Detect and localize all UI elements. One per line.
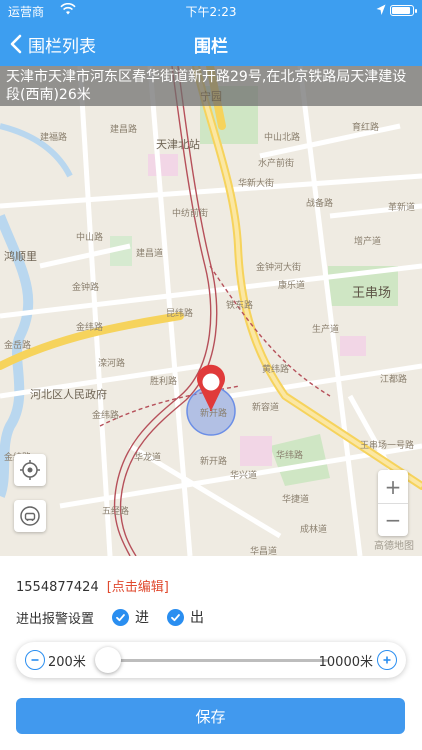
crosshair-icon <box>20 460 40 480</box>
radius-slider-card: 200米 10000米 <box>16 642 406 678</box>
nav-bar: 围栏列表 围栏 <box>0 22 422 66</box>
alarm-settings-row: 进出报警设置 进 出 <box>16 606 204 628</box>
map-label: 中山路 <box>76 233 104 243</box>
radius-min-label: 200米 <box>48 655 86 670</box>
map-label: 华新大街 <box>238 179 275 189</box>
checkbox-enter-label: 进 <box>135 610 150 626</box>
map-label: 康乐道 <box>278 281 306 291</box>
zoom-controls: + − <box>378 470 408 536</box>
zoom-in-button[interactable]: + <box>378 470 408 503</box>
car-icon <box>20 506 40 526</box>
edit-link[interactable]: [点击编辑] <box>107 580 169 595</box>
back-label: 围栏列表 <box>28 36 96 57</box>
map-label: 建昌路 <box>110 125 138 135</box>
map-label: 华兴道 <box>230 471 258 481</box>
map-label: 铁东路 <box>226 301 254 311</box>
map-label: 华龙道 <box>134 453 162 463</box>
map-label: 宁园 <box>200 90 222 103</box>
map-label: 鸿顺里 <box>4 250 37 263</box>
status-bar: 运营商 下午2:23 <box>0 0 422 22</box>
radius-slider-thumb[interactable] <box>95 647 121 673</box>
map-label: 中山北路 <box>264 133 301 143</box>
map-label: 金纬路 <box>92 411 120 421</box>
map-label: 新开路 <box>200 409 228 419</box>
map-label: 华捷道 <box>282 495 310 505</box>
map-label: 金岳路 <box>4 341 32 351</box>
map-label: 战备路 <box>306 199 334 209</box>
device-id: 1554877424 <box>16 580 99 595</box>
map-label: 建福路 <box>40 133 68 143</box>
map-label: 革新道 <box>388 203 416 213</box>
checkbox-enter[interactable]: 进 <box>112 607 149 627</box>
fence-settings-panel: 1554877424 [点击编辑] 进出报警设置 进 出 200米 10000米… <box>0 556 422 750</box>
radius-max-label: 10000米 <box>318 655 373 670</box>
checkbox-exit-label: 出 <box>190 610 205 626</box>
minus-icon <box>31 659 39 661</box>
map-label: 育红路 <box>352 123 380 133</box>
status-time: 下午2:23 <box>185 5 237 19</box>
check-icon <box>112 608 130 626</box>
map-label: 胜利路 <box>150 377 178 387</box>
alarm-label: 进出报警设置 <box>16 611 95 627</box>
save-button[interactable]: 保存 <box>16 698 405 734</box>
location-arrow-icon <box>376 4 386 15</box>
locate-button[interactable] <box>14 454 46 486</box>
map-label: 天津北站 <box>156 138 200 151</box>
map-label: 建昌道 <box>136 249 164 259</box>
map-label: 昆纬路 <box>166 309 194 319</box>
back-button[interactable]: 围栏列表 <box>8 30 96 58</box>
radius-decrease-button[interactable] <box>25 650 45 670</box>
map-label: 王串场 <box>352 286 392 301</box>
map-label: 新开路 <box>200 457 228 467</box>
map-label: 金钟河大街 <box>256 263 302 273</box>
map-label: 王串场一号路 <box>360 441 415 451</box>
radius-increase-button[interactable] <box>377 650 397 670</box>
battery-icon <box>390 5 417 16</box>
map-label: 新容道 <box>252 403 280 413</box>
fence-screen: 运营商 下午2:23 围栏列表 围栏 天津市天津市河东区春华街道新开路29号,在… <box>0 0 422 750</box>
map-label: 五经路 <box>102 507 130 517</box>
map-label: 金纬路 <box>76 323 104 333</box>
header: 运营商 下午2:23 围栏列表 围栏 <box>0 0 422 66</box>
plus-icon <box>383 656 391 664</box>
map-label: 黄纬路 <box>262 365 290 375</box>
device-row: 1554877424 [点击编辑] <box>16 576 169 595</box>
checkbox-exit[interactable]: 出 <box>167 607 204 627</box>
device-location-button[interactable] <box>14 500 46 532</box>
map-label: 生产道 <box>312 325 340 335</box>
map-label: 华纬路 <box>276 451 304 461</box>
map-label: 水产前街 <box>258 159 295 169</box>
map-label: 增产道 <box>354 237 382 247</box>
map-label: 华昌道 <box>250 547 278 556</box>
chevron-left-icon <box>10 34 22 54</box>
check-icon <box>167 608 185 626</box>
map-label: 滦河路 <box>98 359 126 369</box>
map-label: 中纺前街 <box>172 209 209 219</box>
map-label: 河北区人民政府 <box>30 388 107 401</box>
map-view[interactable]: 天津市天津市河东区春华街道新开路29号,在北京铁路局天津建设段(西南)26米 宁… <box>0 66 422 556</box>
map-label: 江都路 <box>380 375 408 385</box>
map-label: 成林道 <box>300 525 328 535</box>
radius-slider-track[interactable] <box>102 659 328 662</box>
map-watermark: 高德地图 <box>374 541 414 552</box>
map-label: 金钟路 <box>72 283 100 293</box>
zoom-out-button[interactable]: − <box>378 503 408 536</box>
